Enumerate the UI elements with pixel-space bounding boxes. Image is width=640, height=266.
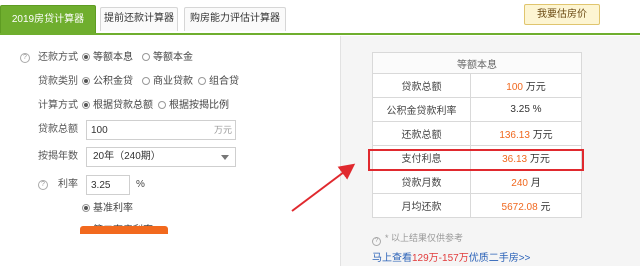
- radio-provident-fund[interactable]: 公积金贷: [82, 72, 133, 92]
- radio-equal-principal[interactable]: 等额本金: [142, 48, 193, 68]
- second-hand-house-link[interactable]: 马上查看129万-157万优质二手房>>: [372, 249, 530, 264]
- radio-unchecked-icon: [198, 77, 206, 85]
- repay-method-label: 还款方式: [38, 52, 78, 63]
- table-row: 公积金贷款利率 3.25 %: [372, 97, 582, 122]
- loan-type-label: 贷款类别: [38, 76, 78, 87]
- table-row: 贷款总额 100 万元: [372, 73, 582, 98]
- loan-years-select[interactable]: 20年（240期）: [86, 147, 236, 167]
- rate-input[interactable]: [86, 175, 130, 195]
- rate-row: ? 利率 %: [0, 175, 332, 195]
- calculate-button[interactable]: [80, 226, 168, 234]
- loan-years-label: 按揭年数: [38, 151, 78, 162]
- loan-total-unit: 万元: [214, 125, 233, 135]
- radio-equal-installment[interactable]: 等额本息: [82, 48, 133, 68]
- rate-option-base[interactable]: 基准利率: [0, 199, 332, 219]
- calc-method-row: 计算方式 根据贷款总额 根据按揭比例: [0, 96, 332, 116]
- loan-total-label: 贷款总额: [38, 124, 78, 135]
- radio-checked-icon: [82, 77, 90, 85]
- radio-by-loan-total[interactable]: 根据贷款总额: [82, 96, 153, 116]
- tab-prepayment-calculator[interactable]: 提前还款计算器: [100, 7, 178, 31]
- tab-underline: [0, 33, 640, 35]
- results-header-row: 等额本息: [372, 52, 582, 74]
- rate-unit: %: [136, 179, 145, 190]
- table-row: 月均还款 5672.08 元: [372, 193, 582, 218]
- radio-commercial-loan[interactable]: 商业贷款: [142, 72, 193, 92]
- radio-checked-icon: [82, 204, 90, 212]
- results-table: 等额本息 贷款总额 100 万元 公积金贷款利率 3.25 % 还款总额 136…: [372, 52, 582, 218]
- estimate-price-button[interactable]: 我要估房价: [524, 4, 600, 25]
- repay-method-row: ? 还款方式 等额本息 等额本金: [0, 48, 332, 68]
- calc-method-label: 计算方式: [38, 100, 78, 111]
- radio-checked-icon: [82, 53, 90, 61]
- help-icon: ?: [372, 237, 381, 246]
- radio-unchecked-icon: [158, 101, 166, 109]
- tab-mortgage-calculator[interactable]: 2019房贷计算器: [0, 5, 96, 33]
- loan-years-row: 按揭年数 20年（240期）: [0, 147, 332, 167]
- radio-base-rate[interactable]: 基准利率: [82, 199, 133, 219]
- radio-unchecked-icon: [142, 53, 150, 61]
- loan-type-row: 贷款类别 公积金贷 商业贷款 组合贷: [0, 72, 332, 92]
- disclaimer-note: ? * 以上结果仅供参考: [372, 231, 463, 246]
- table-row: 贷款月数 240 月: [372, 169, 582, 194]
- chevron-down-icon: [221, 155, 229, 160]
- radio-checked-icon: [82, 101, 90, 109]
- radio-by-mortgage-ratio[interactable]: 根据按揭比例: [158, 96, 229, 116]
- radio-combined-loan[interactable]: 组合贷: [198, 72, 239, 92]
- table-row: 还款总额 136.13 万元: [372, 121, 582, 146]
- interest-highlight-box: [368, 149, 584, 171]
- tab-affordability-calculator[interactable]: 购房能力评估计算器: [184, 7, 286, 31]
- radio-unchecked-icon: [142, 77, 150, 85]
- results-header: 等额本息: [372, 52, 582, 74]
- loan-total-row: 贷款总额 万元: [0, 120, 332, 140]
- rate-label: 利率: [58, 179, 78, 190]
